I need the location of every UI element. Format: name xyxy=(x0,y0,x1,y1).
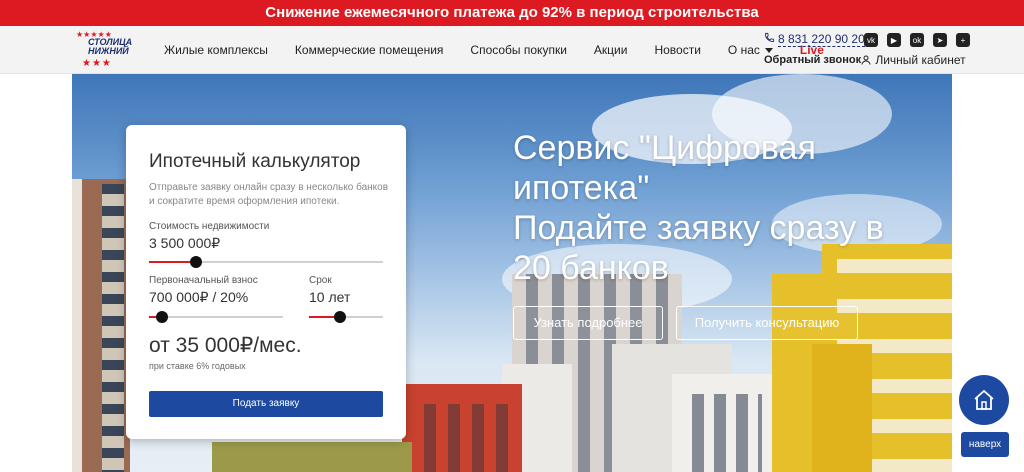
phone-icon xyxy=(764,32,775,43)
rate-note: при ставке 6% годовых xyxy=(149,361,246,371)
nav-item-residential[interactable]: Жилые комплексы xyxy=(164,43,268,57)
site-header: ★★★★★ СТОЛИЦА НИЖНИЙ ★★★ Жилые комплексы… xyxy=(0,26,1024,74)
building xyxy=(812,344,872,472)
plus-icon[interactable]: + xyxy=(956,33,970,47)
hero-title-line1: Сервис "Цифровая ипотека" xyxy=(513,129,816,207)
logo-text: СТОЛИЦА НИЖНИЙ xyxy=(88,38,132,56)
term-slider-handle[interactable] xyxy=(334,311,346,323)
price-value: 3 500 000₽ xyxy=(149,235,221,251)
price-slider-handle[interactable] xyxy=(190,256,202,268)
nav-item-about-label: О нас xyxy=(727,43,760,57)
downpayment-value: 700 000₽ / 20% xyxy=(149,289,249,305)
building xyxy=(212,442,412,472)
monthly-payment: от 35 000₽/мес. xyxy=(149,334,302,357)
logo-line2: НИЖНИЙ xyxy=(88,46,129,56)
account-label: Личный кабинет xyxy=(875,53,966,67)
calculator-subtitle: Отправьте заявку онлайн сразу в нескольк… xyxy=(149,182,389,207)
submit-application-button[interactable]: Подать заявку xyxy=(149,391,383,417)
home-icon xyxy=(974,389,994,410)
phone-link[interactable]: 8 831 220 90 20 xyxy=(764,32,865,47)
nav-item-purchase-methods[interactable]: Способы покупки xyxy=(470,43,567,57)
learn-more-button[interactable]: Узнать подробнее xyxy=(513,306,663,340)
logo[interactable]: ★★★★★ СТОЛИЦА НИЖНИЙ ★★★ xyxy=(74,30,146,70)
downpayment-slider[interactable] xyxy=(149,316,283,318)
calculator-title: Ипотечный калькулятор xyxy=(149,151,361,172)
building xyxy=(412,404,512,472)
nav-item-news[interactable]: Новости xyxy=(654,43,700,57)
telegram-icon[interactable]: ➤ xyxy=(933,33,947,47)
hero-title-line2: Подайте заявку сразу в 20 банков xyxy=(513,209,884,287)
youtube-icon[interactable]: ▶ xyxy=(887,33,901,47)
term-label: Срок xyxy=(309,275,332,286)
vk-icon[interactable]: vk xyxy=(864,33,878,47)
logo-stars: ★★★ xyxy=(82,58,112,69)
price-slider-fill xyxy=(149,261,196,263)
user-icon xyxy=(861,55,871,65)
building xyxy=(72,179,82,472)
hero-title: Сервис "Цифровая ипотека" Подайте заявку… xyxy=(513,128,903,288)
chevron-down-icon xyxy=(764,48,773,54)
nav-item-promotions[interactable]: Акции xyxy=(594,43,628,57)
building xyxy=(682,394,762,472)
scroll-to-top-button[interactable]: наверх xyxy=(961,432,1009,457)
main-nav: Жилые комплексы Коммерческие помещения С… xyxy=(164,26,851,74)
get-consultation-button[interactable]: Получить консультацию xyxy=(676,306,858,340)
home-button[interactable] xyxy=(959,375,1009,425)
price-label: Стоимость недвижимости xyxy=(149,221,270,232)
promo-banner[interactable]: Снижение ежемесячного платежа до 92% в п… xyxy=(0,0,1024,26)
building xyxy=(102,184,124,472)
odnoklassniki-icon[interactable]: ok xyxy=(910,33,924,47)
downpayment-slider-handle[interactable] xyxy=(156,311,168,323)
term-value: 10 лет xyxy=(309,289,351,305)
social-links: vk ▶ ok ➤ + xyxy=(864,33,979,47)
mortgage-calculator: Ипотечный калькулятор Отправьте заявку о… xyxy=(126,125,406,439)
callback-link[interactable]: Обратный звонок xyxy=(764,54,861,66)
phone-number: 8 831 220 90 20 xyxy=(778,32,865,47)
downpayment-label: Первоначальный взнос xyxy=(149,275,258,286)
nav-item-commercial[interactable]: Коммерческие помещения xyxy=(295,43,443,57)
account-link[interactable]: Личный кабинет xyxy=(860,53,966,67)
